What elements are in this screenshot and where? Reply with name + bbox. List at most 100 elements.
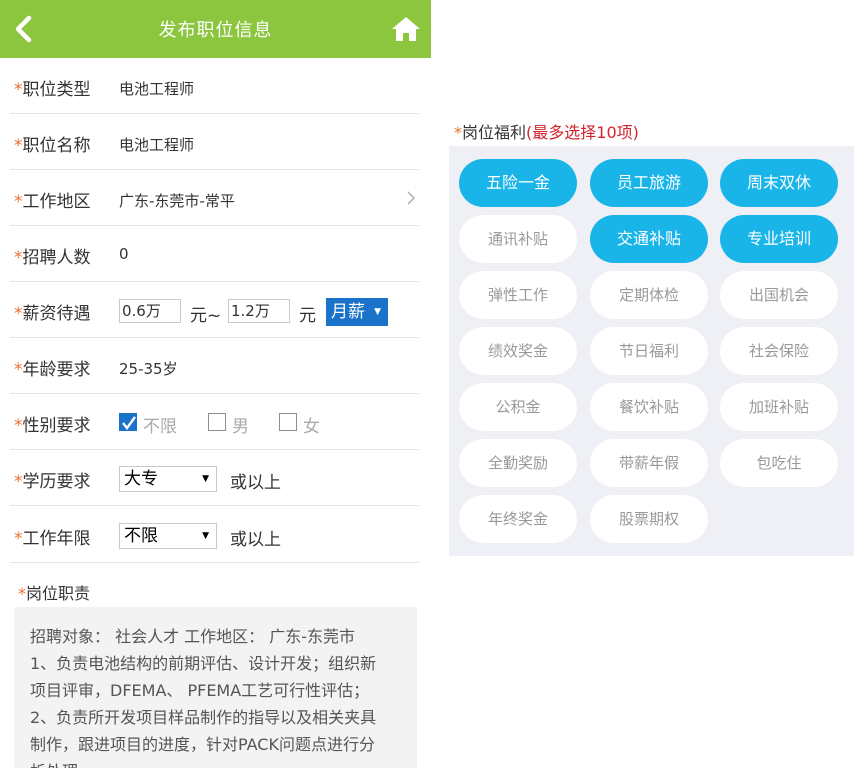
age-row[interactable]: *年龄要求 25-35岁 [10, 338, 419, 394]
salary-max-input[interactable]: 1.2万 [228, 299, 290, 323]
benefit-tag[interactable]: 绩效奖金 [459, 327, 577, 375]
duties-line: 1、负责电池结构的前期评估、设计开发；组织新 [30, 654, 377, 673]
job-type-value: 电池工程师 [119, 80, 195, 98]
experience-value: 不限 [124, 526, 158, 546]
headcount-row[interactable]: *招聘人数 0 [10, 226, 419, 282]
duties-label-text: 岗位职责 [26, 584, 91, 603]
headcount-label: *招聘人数 [14, 243, 91, 268]
required-mark: * [14, 192, 23, 212]
required-mark: * [14, 80, 23, 100]
benefit-tag[interactable]: 加班补贴 [720, 383, 838, 431]
benefit-tag[interactable]: 年终奖金 [459, 495, 577, 543]
required-mark: * [14, 248, 23, 268]
benefits-label-text: 岗位福利 [462, 123, 527, 142]
education-value: 大专 [124, 469, 158, 489]
job-type-label-text: 职位类型 [22, 80, 91, 100]
benefits-panel: 五险一金 员工旅游 周末双休通讯补贴 交通补贴 专业培训弹性工作 定期体检 出国机会绩效奖金… [449, 146, 854, 556]
gender-male-checkbox[interactable] [208, 413, 226, 431]
gender-female-label: 女 [303, 417, 320, 437]
salary-row: *薪资待遇 0.6万 元~ 1.2万 元 月薪 ▼ [10, 282, 419, 338]
job-name-label: *职位名称 [14, 131, 91, 156]
benefit-tag[interactable]: 周末双休 [720, 159, 838, 207]
benefit-tag[interactable]: 通讯补贴 [459, 215, 577, 263]
duties-line: 招聘对象： 社会人才 工作地区： 广东-东莞市 [30, 627, 356, 646]
job-name-value: 电池工程师 [119, 136, 195, 154]
benefit-tag[interactable]: 弹性工作 [459, 271, 577, 319]
work-area-value: 广东-东莞市-常平 [119, 192, 235, 210]
benefit-tag[interactable]: 交通补贴 [590, 215, 708, 263]
benefit-tag[interactable]: 带薪年假 [590, 439, 708, 487]
benefit-tag[interactable]: 餐饮补贴 [590, 383, 708, 431]
benefit-tag[interactable]: 员工旅游 [590, 159, 708, 207]
required-mark: * [14, 136, 23, 156]
experience-select[interactable]: 不限 ▼ [119, 523, 217, 549]
home-button[interactable] [391, 14, 421, 44]
benefit-tag[interactable]: 五险一金 [459, 159, 577, 207]
salary-period-select[interactable]: 月薪 ▼ [326, 298, 388, 326]
benefits-label: *岗位福利(最多选择10项) [454, 119, 639, 143]
headcount-input[interactable]: 0 [119, 245, 129, 263]
required-mark: * [454, 123, 462, 142]
gender-row: *性别要求 不限 男 女 [10, 394, 419, 450]
benefit-tag[interactable]: 包吃住 [720, 439, 838, 487]
work-area-row[interactable]: *工作地区 广东-东莞市-常平 [10, 170, 419, 226]
gender-male-label: 男 [232, 417, 249, 437]
required-mark: * [14, 304, 23, 324]
salary-label-text: 薪资待遇 [22, 304, 91, 324]
education-label-text: 学历要求 [22, 472, 91, 492]
age-label: *年龄要求 [14, 355, 91, 380]
salary-min-input[interactable]: 0.6万 [119, 299, 181, 323]
required-mark: * [18, 584, 26, 603]
salary-label: *薪资待遇 [14, 299, 91, 324]
dropdown-arrow-icon: ▼ [374, 307, 381, 317]
education-label: *学历要求 [14, 467, 91, 492]
benefit-tag[interactable]: 专业培训 [720, 215, 838, 263]
gender-label-text: 性别要求 [22, 416, 91, 436]
benefit-tag[interactable]: 出国机会 [720, 271, 838, 319]
education-row: *学历要求 大专 ▼ 或以上 [10, 450, 419, 506]
salary-period-value: 月薪 [331, 302, 365, 322]
gender-female-checkbox[interactable] [279, 413, 297, 431]
age-label-text: 年龄要求 [22, 360, 91, 380]
benefit-tag[interactable]: 社会保险 [720, 327, 838, 375]
duties-line: 析处理 [30, 758, 403, 768]
duties-line: 项目评审，DFEMA、 PFEMA工艺可行性评估； [30, 681, 370, 700]
required-mark: * [14, 360, 23, 380]
job-name-row[interactable]: *职位名称 电池工程师 [10, 114, 419, 170]
experience-label: *工作年限 [14, 524, 91, 549]
experience-row: *工作年限 不限 ▼ 或以上 [10, 507, 419, 563]
duties-label: *岗位职责 [18, 580, 90, 604]
benefit-tag[interactable]: 定期体检 [590, 271, 708, 319]
duties-line: 制作，跟进项目的进度，针对PACK问题点进行分 [30, 735, 375, 754]
gender-label: *性别要求 [14, 411, 91, 436]
work-area-label-text: 工作地区 [22, 192, 91, 212]
work-area-label: *工作地区 [14, 187, 91, 212]
dropdown-arrow-icon: ▼ [202, 531, 209, 541]
home-icon [392, 17, 420, 41]
experience-suffix: 或以上 [230, 530, 281, 550]
job-type-row[interactable]: *职位类型 电池工程师 [10, 58, 419, 114]
benefit-tag[interactable]: 股票期权 [590, 495, 708, 543]
required-mark: * [14, 529, 23, 549]
education-suffix: 或以上 [230, 473, 281, 493]
duties-textarea[interactable]: 招聘对象： 社会人才 工作地区： 广东-东莞市 1、负责电池结构的前期评估、设计… [14, 607, 417, 768]
salary-separator: 元~ [190, 306, 222, 326]
headcount-label-text: 招聘人数 [22, 248, 91, 268]
checkmark-icon [122, 416, 136, 430]
page-title: 发布职位信息 [158, 20, 273, 41]
job-type-label: *职位类型 [14, 75, 91, 100]
duties-line: 2、负责所开发项目样品制作的指导以及相关夹具 [30, 708, 377, 727]
chevron-right-icon [407, 191, 416, 205]
education-select[interactable]: 大专 ▼ [119, 466, 217, 492]
benefit-tag[interactable]: 公积金 [459, 383, 577, 431]
job-post-form-panel: 发布职位信息 *职位类型 电池工程师 *职位名称 电池工程师 *工作地区 广东-… [0, 0, 431, 768]
benefits-hint: (最多选择10项) [526, 123, 639, 142]
benefit-tag[interactable]: 节日福利 [590, 327, 708, 375]
salary-unit: 元 [299, 306, 316, 326]
gender-any-checkbox[interactable] [119, 413, 137, 431]
required-mark: * [14, 472, 23, 492]
age-value: 25-35岁 [119, 360, 178, 378]
gender-any-label: 不限 [143, 417, 177, 437]
benefit-tag[interactable]: 全勤奖励 [459, 439, 577, 487]
dropdown-arrow-icon: ▼ [202, 474, 209, 484]
